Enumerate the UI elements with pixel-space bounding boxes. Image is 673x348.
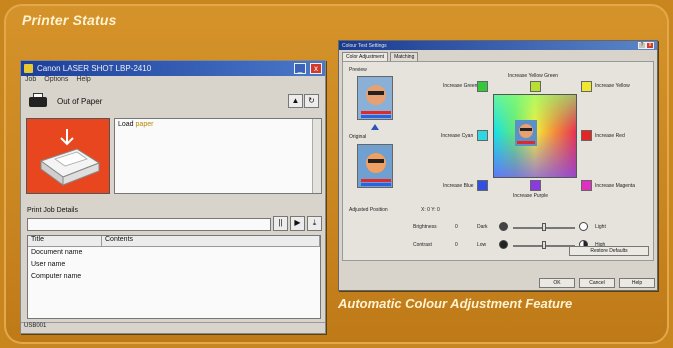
preview-image: [357, 76, 393, 120]
ok-button[interactable]: OK: [539, 278, 575, 288]
status-message: Load paper: [118, 121, 154, 128]
label-increase-cyan: Increase Cyan: [441, 133, 474, 139]
yellow-green-button[interactable]: [530, 81, 541, 92]
cyan-button[interactable]: [477, 130, 488, 141]
close-button[interactable]: x: [310, 63, 322, 74]
cancel-button[interactable]: Cancel: [579, 278, 615, 288]
help-button[interactable]: Help: [619, 278, 655, 288]
table-row: User name: [31, 261, 66, 268]
original-label: Original: [349, 134, 367, 140]
low-contrast-icon: [499, 240, 508, 249]
preview-label: Preview: [349, 67, 367, 73]
printer-status-window: Canon LASER SHOT LBP-2410 _ x Job Option…: [20, 60, 326, 334]
menu-help[interactable]: Help: [76, 76, 90, 87]
colour-feature-caption: Automatic Colour Adjustment Feature: [338, 296, 573, 311]
printer-app-icon: [24, 64, 33, 73]
printer-status-text: Out of Paper: [57, 96, 103, 106]
center-preview-image: [515, 120, 537, 146]
table-row: Computer name: [31, 273, 82, 280]
job-details-table: Title Contents Document name User name C…: [27, 235, 321, 319]
label-increase-red: Increase Red: [595, 133, 625, 139]
printer-status-caption: Printer Status: [22, 12, 117, 28]
colour-settings-window: Colour Test Settings ? x Color Adjustmen…: [338, 40, 658, 291]
menu-options[interactable]: Options: [44, 76, 68, 87]
colour-window-titlebar: Colour Test Settings ? x: [339, 41, 657, 50]
label-increase-magenta: Increase Magenta: [595, 183, 636, 189]
printer-icon: [27, 93, 49, 109]
original-image: [357, 144, 393, 188]
column-title[interactable]: Title: [28, 236, 102, 246]
label-increase-yellow-green: Increase Yellow Green: [508, 73, 559, 79]
yellow-button[interactable]: [581, 81, 592, 92]
brightness-slider-knob[interactable]: [542, 223, 546, 231]
tab-matching[interactable]: Matching: [390, 52, 419, 61]
brightness-value: 0: [455, 224, 458, 230]
pause-button[interactable]: ||: [273, 216, 288, 231]
column-contents[interactable]: Contents: [102, 236, 320, 246]
adjusted-position-label: Adjusted Position: [349, 207, 388, 213]
print-job-details-label: Print Job Details: [27, 207, 78, 214]
label-increase-green: Increase Green: [443, 83, 478, 89]
purple-button[interactable]: [530, 180, 541, 191]
minimize-button[interactable]: _: [294, 63, 306, 74]
table-row: Document name: [31, 249, 83, 256]
green-button[interactable]: [477, 81, 488, 92]
colour-adjustment-panel: Preview Original Increase Yellow Green I…: [342, 61, 654, 261]
light-label: Light: [595, 224, 606, 230]
printer-statusbar: USB001: [21, 322, 325, 333]
out-of-paper-illustration: [26, 118, 110, 194]
printer-window-titlebar: Canon LASER SHOT LBP-2410 _ x: [21, 61, 325, 76]
red-button[interactable]: [581, 130, 592, 141]
brightness-label: Brightness: [413, 224, 437, 230]
job-progress-bar: [27, 218, 271, 231]
low-label: Low: [477, 242, 487, 248]
dark-icon: [499, 222, 508, 231]
printer-menu-bar: Job Options Help: [21, 76, 325, 87]
arrow-up-icon: [371, 124, 379, 130]
menu-job[interactable]: Job: [25, 76, 36, 87]
blue-button[interactable]: [477, 180, 488, 191]
status-message-highlight: paper: [135, 121, 154, 128]
contrast-slider-knob[interactable]: [542, 241, 546, 249]
status-message-box: Load paper: [114, 118, 322, 194]
restore-defaults-button[interactable]: Restore Defaults: [569, 246, 649, 256]
refresh-icon[interactable]: ↻: [304, 94, 319, 108]
colour-help-button[interactable]: ?: [638, 42, 646, 49]
contrast-value: 0: [455, 242, 458, 248]
tab-color-adjustment[interactable]: Color Adjustment: [342, 52, 389, 61]
contrast-label: Contrast: [413, 242, 432, 248]
printer-window-title: Canon LASER SHOT LBP-2410: [37, 64, 152, 73]
adjusted-position-value: X: 0 Y: 0: [421, 207, 440, 213]
label-increase-purple: Increase Purple: [513, 193, 549, 199]
colour-close-button[interactable]: x: [646, 42, 654, 49]
light-icon: [579, 222, 588, 231]
resume-button[interactable]: ▶: [290, 216, 305, 231]
brochure-panel: Printer Status Canon LASER SHOT LBP-2410…: [4, 4, 669, 344]
message-scrollbar[interactable]: [312, 119, 321, 193]
cancel-job-button[interactable]: ⤓: [307, 216, 322, 231]
magenta-button[interactable]: [581, 180, 592, 191]
label-increase-blue: Increase Blue: [443, 183, 474, 189]
printer-status-row: Out of Paper ▲ ↻: [21, 87, 325, 115]
colour-window-title: Colour Test Settings: [342, 42, 387, 49]
label-increase-yellow: Increase Yellow: [595, 83, 630, 89]
tray-up-icon[interactable]: ▲: [288, 94, 303, 108]
dark-label: Dark: [477, 224, 488, 230]
